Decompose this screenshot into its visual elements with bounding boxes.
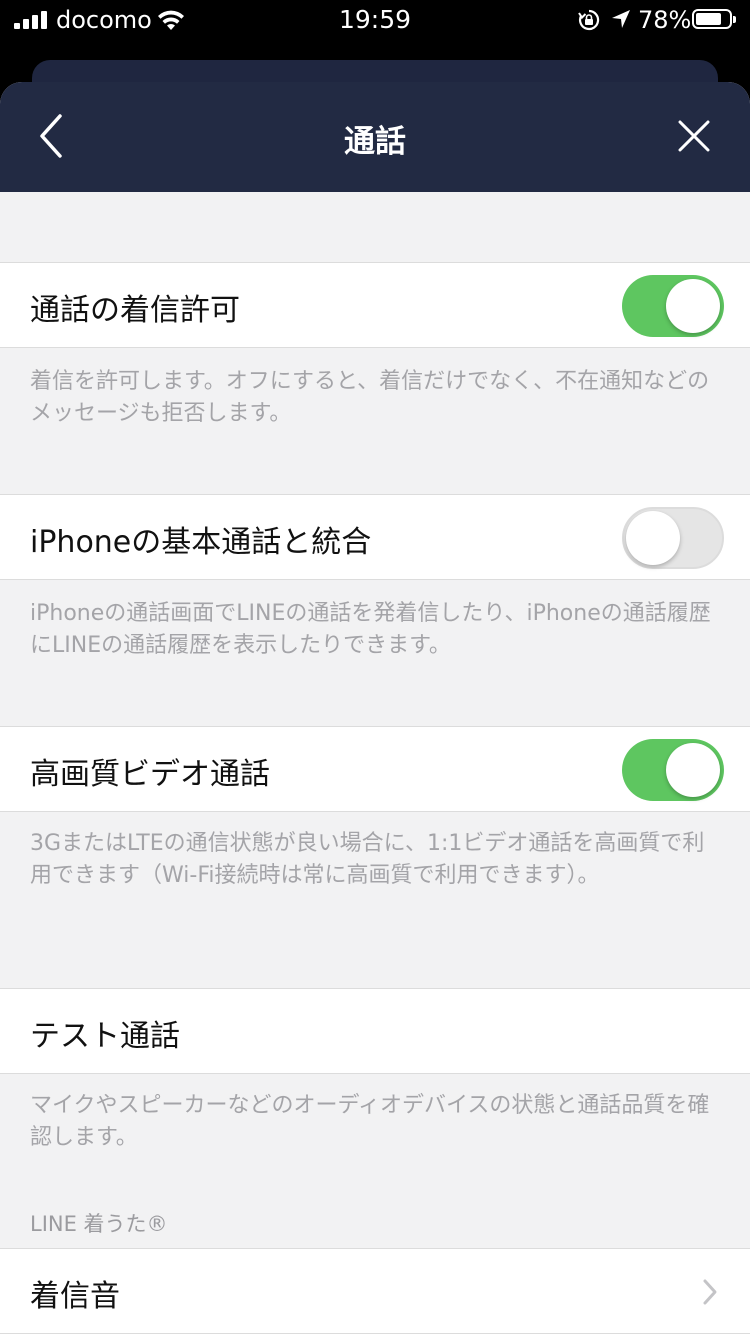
toggle-knob [666, 279, 720, 333]
setting-row-hd-video-call: 高画質ビデオ通話 [0, 726, 750, 812]
setting-row-test-call[interactable]: テスト通話 [0, 988, 750, 1074]
page-title: 通話 [344, 124, 406, 160]
status-bar: docomo 19:59 78% [0, 0, 750, 40]
setting-label: 高画質ビデオ通話 [30, 757, 270, 792]
rotation-lock-icon [578, 9, 600, 31]
setting-description: マイクやスピーカーなどのオーディオデバイスの状態と通話品質を確認します。 [30, 1093, 710, 1150]
battery-percent: 78% [638, 6, 692, 34]
nav-bar: 通話 [0, 82, 750, 192]
battery-fill [696, 13, 721, 25]
call-settings-sheet: 通話 通話の着信許可 着信を許可します。オフにすると、着信だけでなく、不在通知な… [0, 82, 750, 1334]
section-header-line-ringtone: LINE 着うた® [30, 1212, 168, 1236]
setting-description: 着信を許可します。オフにすると、着信だけでなく、不在通知などのメッセージも拒否し… [30, 369, 710, 426]
battery-icon [692, 9, 736, 29]
setting-description: 3GまたはLTEの通信状態が良い場合に、1:1ビデオ通話を高画質で利用できます（… [30, 831, 705, 888]
close-button[interactable] [672, 114, 716, 158]
setting-label: iPhoneの基本通話と統合 [30, 525, 372, 560]
hd-video-call-toggle[interactable] [622, 739, 724, 801]
setting-row-iphone-integration: iPhoneの基本通話と統合 [0, 494, 750, 580]
location-arrow-icon [612, 10, 630, 28]
toggle-knob [626, 511, 680, 565]
call-reception-toggle[interactable] [622, 275, 724, 337]
iphone-integration-toggle[interactable] [622, 507, 724, 569]
setting-row-call-reception: 通話の着信許可 [0, 262, 750, 348]
setting-label: テスト通話 [30, 1019, 180, 1054]
setting-description: iPhoneの通話画面でLINEの通話を発着信したり、iPhoneの通話履歴にL… [30, 601, 711, 658]
setting-label: 着信音 [30, 1279, 120, 1314]
setting-label: 通話の着信許可 [30, 293, 240, 328]
screen: docomo 19:59 78% 通話 通話の着信許可 着信を許可します。オフに… [0, 0, 750, 1334]
setting-row-ringtone[interactable]: 着信音 [0, 1248, 750, 1334]
toggle-knob [666, 743, 720, 797]
chevron-right-icon [703, 1279, 717, 1305]
